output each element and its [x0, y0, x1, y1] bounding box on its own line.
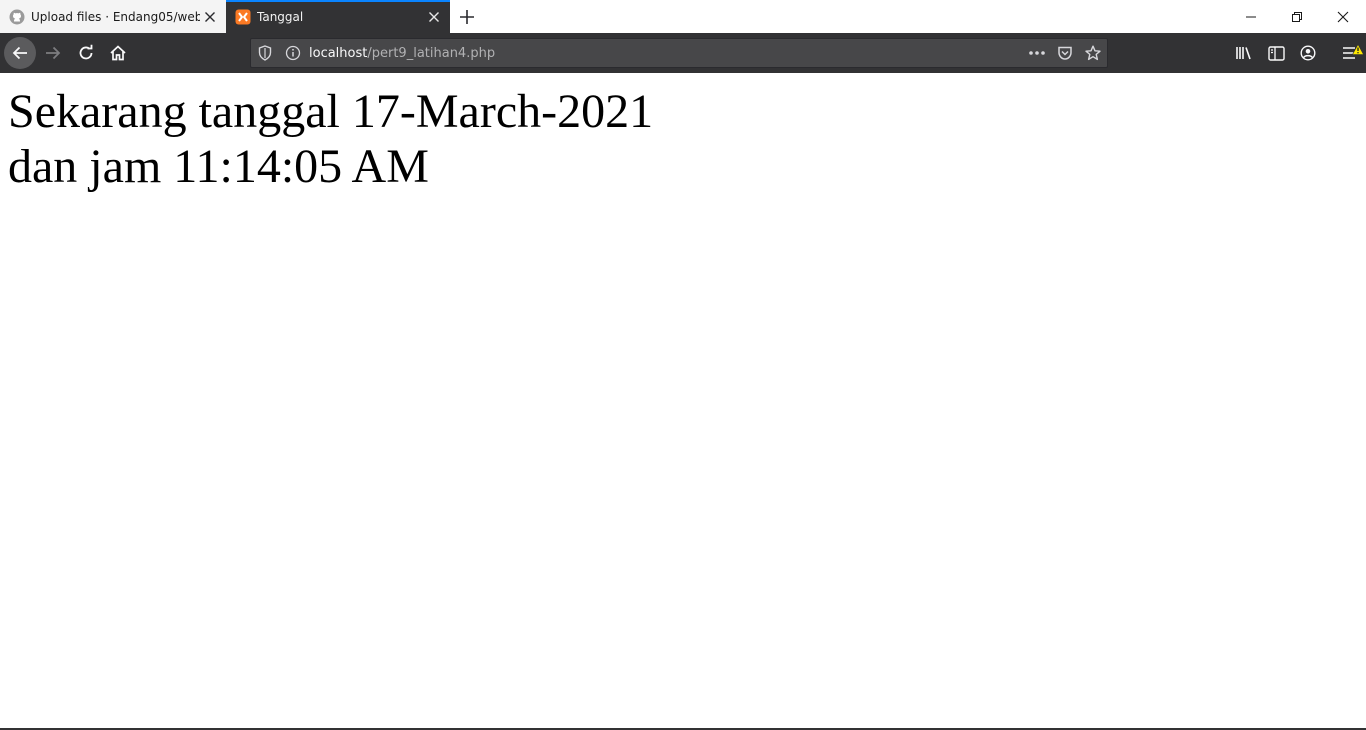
- site-info-icon[interactable]: [279, 39, 307, 67]
- home-icon: [110, 45, 126, 61]
- close-tab-icon[interactable]: [200, 7, 220, 27]
- minimize-icon: [1246, 16, 1256, 17]
- pocket-icon[interactable]: [1051, 39, 1079, 67]
- reload-button[interactable]: [70, 37, 102, 69]
- reload-icon: [79, 44, 93, 60]
- home-button[interactable]: [102, 37, 134, 69]
- tab-tanggal[interactable]: Tanggal: [226, 0, 450, 33]
- url-host: localhost: [309, 45, 368, 61]
- library-icon: [1236, 47, 1251, 60]
- app-menu-button[interactable]: [1334, 37, 1366, 69]
- forward-button[interactable]: [37, 37, 69, 69]
- nav-bar: localhost/pert9_latihan4.php: [0, 33, 1366, 73]
- close-icon: [1337, 11, 1349, 22]
- sidebar-button[interactable]: [1260, 37, 1292, 69]
- github-icon: [9, 9, 25, 25]
- page-content: Sekarang tanggal 17-March-2021 dan jam 1…: [0, 74, 1366, 728]
- tab-label: Upload files · Endang05/web2: [31, 9, 200, 24]
- library-button[interactable]: [1228, 37, 1260, 69]
- sidebar-icon: [1267, 45, 1285, 61]
- toolbar-right: [1228, 33, 1366, 73]
- xampp-icon: [235, 9, 251, 25]
- account-icon: [1300, 45, 1316, 61]
- restore-button[interactable]: [1274, 0, 1320, 33]
- tab-strip: Upload files · Endang05/web2 Tanggal: [0, 0, 1366, 33]
- arrow-right-icon: [46, 46, 61, 60]
- tracking-protection-shield-icon[interactable]: [251, 39, 279, 67]
- date-text: Sekarang tanggal 17-March-2021: [8, 85, 654, 138]
- close-window-button[interactable]: [1320, 0, 1366, 33]
- tab-strip-spacer: [483, 0, 1228, 33]
- address-bar[interactable]: localhost/pert9_latihan4.php: [250, 38, 1108, 68]
- url-path: /pert9_latihan4.php: [367, 45, 496, 61]
- minimize-button[interactable]: [1228, 0, 1274, 33]
- plus-icon: [459, 9, 474, 24]
- new-tab-button[interactable]: [450, 0, 483, 33]
- arrow-left-icon: [12, 46, 27, 60]
- tab-upload-files[interactable]: Upload files · Endang05/web2: [0, 0, 226, 33]
- bookmark-star-icon[interactable]: [1079, 39, 1107, 67]
- page-actions-icon[interactable]: [1023, 39, 1051, 67]
- warning-icon: [1351, 40, 1365, 59]
- close-tab-icon[interactable]: [424, 7, 444, 27]
- account-button[interactable]: [1292, 37, 1324, 69]
- restore-icon: [1292, 11, 1302, 22]
- back-button[interactable]: [4, 37, 36, 69]
- url-text[interactable]: localhost/pert9_latihan4.php: [307, 46, 1023, 61]
- tab-label: Tanggal: [257, 9, 304, 24]
- time-text: dan jam 11:14:05 AM: [8, 140, 429, 193]
